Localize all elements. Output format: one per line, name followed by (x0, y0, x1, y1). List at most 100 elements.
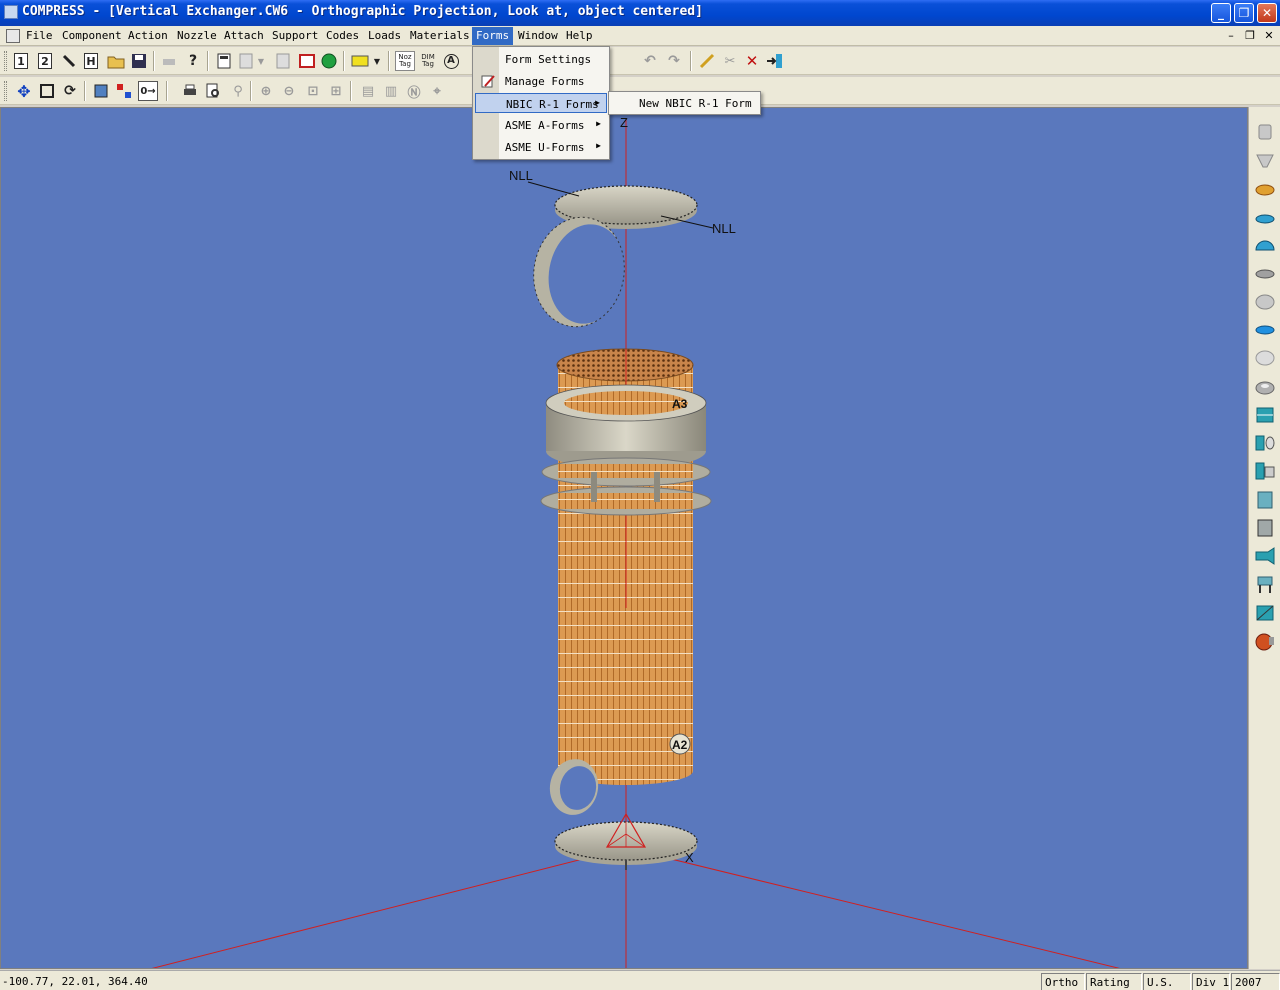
menu-file[interactable]: File (26, 29, 53, 42)
menu-item-form-settings[interactable]: Form Settings (475, 49, 607, 69)
print-preview-icon[interactable] (203, 81, 223, 101)
zoom-extents-icon[interactable]: ⊞ (326, 81, 346, 101)
calculator-icon[interactable] (214, 51, 234, 71)
menu-forms[interactable]: Forms (472, 27, 514, 45)
nozzle-tag-label: Noz Tag (398, 53, 412, 68)
annotation-button[interactable]: A (441, 51, 461, 71)
nozzle-a2-label[interactable]: A2 (672, 738, 688, 752)
flange-icon[interactable] (1253, 375, 1277, 399)
view-top-icon[interactable]: Ⓝ (404, 81, 424, 101)
zoom-disabled-icon[interactable]: ⚲ (228, 81, 248, 101)
undo-icon[interactable]: ↶ (640, 51, 660, 71)
view-front-icon[interactable]: ▤ (358, 81, 378, 101)
new-file-1-button[interactable]: 1 (14, 53, 28, 69)
hemispherical-head-icon[interactable] (1253, 234, 1277, 258)
group-icon[interactable] (114, 81, 134, 101)
menu-item-manage-forms[interactable]: Manage Forms (475, 71, 607, 91)
zoom-out-icon[interactable]: ⊖ (279, 81, 299, 101)
bolted-cover-icon[interactable] (1253, 346, 1277, 370)
flanged-head-icon[interactable] (1253, 290, 1277, 314)
app-icon[interactable] (4, 5, 18, 19)
pdf-icon[interactable] (236, 51, 256, 71)
ellipsoidal-head-icon[interactable] (1253, 177, 1277, 201)
save-icon[interactable] (129, 51, 149, 71)
heat-exchanger-button[interactable]: H (84, 53, 98, 69)
status-mode: Rating (1086, 973, 1142, 990)
zoom-window-icon[interactable]: ⊡ (303, 81, 323, 101)
torispherical-head-icon[interactable] (1253, 205, 1277, 229)
menu-item-new-nbic-r1-form[interactable]: New NBIC R-1 Form (611, 93, 758, 113)
pdf-dropdown-icon[interactable]: ▼ (256, 51, 266, 71)
redo-icon[interactable]: ↷ (664, 51, 684, 71)
heat-exchanger-icon[interactable] (1253, 516, 1277, 540)
shell-band-icon[interactable] (1253, 403, 1277, 427)
print-disabled-icon[interactable] (159, 51, 179, 71)
report-icon[interactable] (273, 51, 293, 71)
new-file-2-button[interactable]: 2 (38, 53, 52, 69)
print-icon[interactable] (180, 81, 200, 101)
lifting-lug-icon[interactable] (1253, 629, 1277, 653)
menu-loads[interactable]: Loads (368, 29, 401, 42)
drawing-icon[interactable] (297, 51, 317, 71)
rotate-icon[interactable]: ⟳ (60, 81, 80, 101)
menu-materials[interactable]: Materials (410, 29, 470, 42)
flat-head-icon[interactable] (1253, 262, 1277, 286)
help-icon[interactable]: ? (183, 51, 203, 71)
menu-nozzle[interactable]: Nozzle (177, 29, 217, 42)
tubesheet-icon[interactable] (1253, 459, 1277, 483)
zoom-in-icon[interactable]: ⊕ (256, 81, 276, 101)
submenu-arrow-icon: ▶ (596, 119, 601, 128)
nozzle-tag-button[interactable]: Noz Tag (395, 51, 415, 71)
edit-pencil-icon[interactable] (697, 51, 717, 71)
globe-icon[interactable] (319, 51, 339, 71)
menu-support[interactable]: Support (272, 29, 318, 42)
conical-head-icon[interactable] (1253, 149, 1277, 173)
leg-support-icon[interactable] (1253, 573, 1277, 597)
color-icon[interactable] (350, 51, 370, 71)
nll-leader-left (527, 181, 580, 197)
insert-component-icon[interactable] (765, 51, 785, 71)
nozzle-a3-label[interactable]: A3 (672, 397, 688, 411)
crosshair-icon[interactable]: ⌖ (427, 81, 447, 101)
nozzle-icon[interactable] (1253, 431, 1277, 455)
select-icon[interactable] (91, 81, 111, 101)
menu-attach[interactable]: Attach (224, 29, 264, 42)
3d-viewport[interactable]: A3 A2 Z NLL NLL X (0, 107, 1248, 969)
document-icon[interactable] (6, 29, 20, 43)
pencil-icon[interactable] (59, 51, 79, 71)
blind-flange-icon[interactable] (1253, 318, 1277, 342)
mdi-restore-button[interactable]: ❐ (1243, 29, 1257, 43)
view-side-icon[interactable]: ▥ (381, 81, 401, 101)
minimize-button[interactable]: _ (1211, 3, 1231, 23)
pan-icon[interactable]: ✥ (14, 81, 34, 101)
menu-item-asme-a-forms[interactable]: ASME A-Forms ▶ (475, 115, 607, 135)
toolbar-grip[interactable] (4, 51, 7, 71)
saddle-icon[interactable] (1253, 601, 1277, 625)
tubesheet-face[interactable] (556, 348, 694, 382)
menu-item-nbic-r1-forms[interactable]: NBIC R-1 Forms ▶ (475, 93, 607, 113)
delete-icon[interactable]: ✕ (742, 51, 762, 71)
transition-icon[interactable] (1253, 544, 1277, 568)
scissors-icon[interactable]: ✂ (720, 51, 740, 71)
toolbar-grip-2[interactable] (4, 81, 7, 101)
mdi-close-button[interactable]: ✕ (1262, 29, 1276, 43)
open-folder-icon[interactable] (106, 51, 126, 71)
menu-item-asme-u-forms[interactable]: ASME U-Forms ▶ (475, 137, 607, 157)
status-division: Div 1 (1192, 973, 1230, 990)
close-button[interactable]: ✕ (1257, 3, 1277, 23)
menu-component[interactable]: Component (62, 29, 122, 42)
menu-window[interactable]: Window (518, 29, 558, 42)
mdi-minimize-button[interactable]: – (1224, 29, 1238, 43)
connect-icon[interactable]: 0→ (138, 81, 158, 101)
menu-codes[interactable]: Codes (326, 29, 359, 42)
title-bar[interactable]: COMPRESS - [Vertical Exchanger.CW6 - Ort… (0, 0, 1280, 26)
zoom-fit-icon[interactable] (37, 81, 57, 101)
color-dropdown-icon[interactable]: ▼ (372, 51, 382, 71)
menu-action[interactable]: Action (128, 29, 168, 42)
menu-help[interactable]: Help (566, 29, 593, 42)
dimension-tag-button[interactable]: DIM Tag (418, 51, 438, 71)
cylinder-icon[interactable] (1253, 488, 1277, 512)
cone-icon[interactable] (1253, 120, 1277, 144)
maximize-button[interactable]: ❐ (1234, 3, 1254, 23)
vessel-drawing[interactable]: A3 A2 Z NLL NLL X (1, 108, 1248, 969)
